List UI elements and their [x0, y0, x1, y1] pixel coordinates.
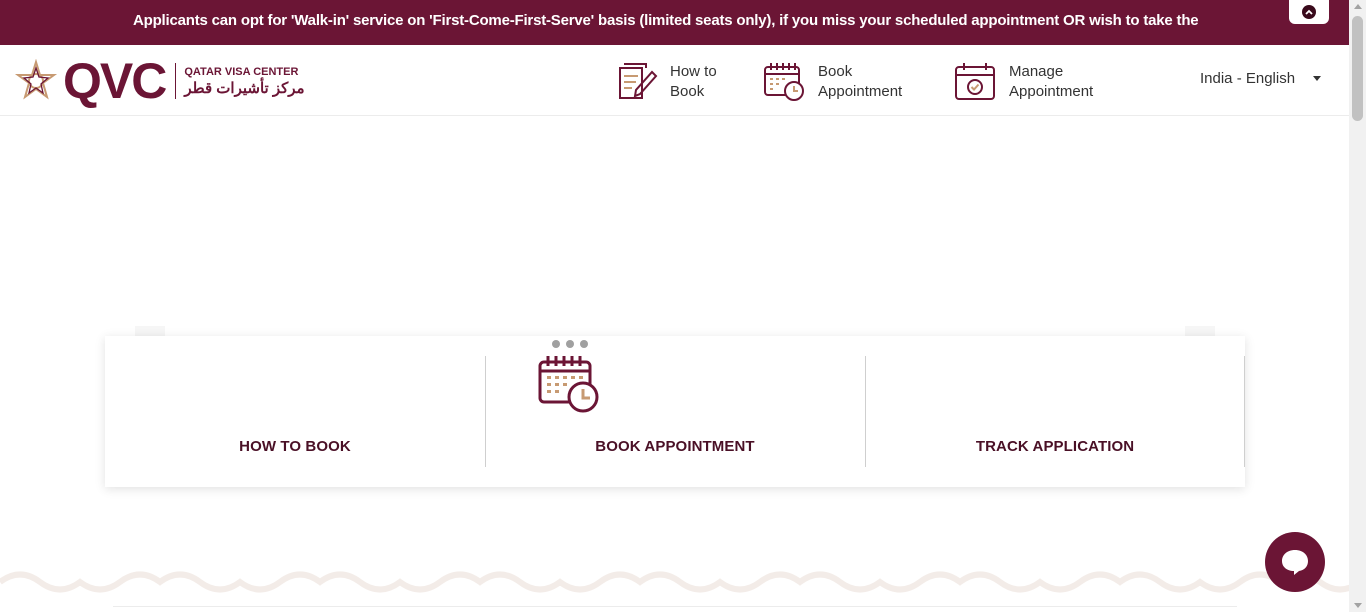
- loading-dots: [552, 340, 588, 348]
- logo-wordmark: QVC: [63, 53, 167, 109]
- scroll-up-arrow-icon[interactable]: [1354, 4, 1362, 9]
- nav-label: Manage Appointment: [1009, 63, 1094, 100]
- language-label: India - English: [1200, 70, 1296, 87]
- logo-name-ar: مركز تأشيرات قطر: [184, 79, 305, 97]
- star-emblem-icon: [14, 59, 58, 100]
- nav-manage-appointment[interactable]: Manage Appointment: [953, 60, 1093, 104]
- nav-label: How to Book: [670, 63, 717, 100]
- scroll-down-arrow-icon[interactable]: [1354, 603, 1362, 608]
- nav-how-to-book[interactable]: How to Book: [614, 60, 717, 104]
- chat-button[interactable]: [1265, 532, 1325, 592]
- caret-down-icon: [1313, 76, 1322, 81]
- chat-bubble-icon: [1282, 550, 1308, 575]
- logo-name-en: QATAR VISA CENTER: [184, 65, 299, 78]
- card-how-to-book[interactable]: HOW TO BOOK: [105, 336, 485, 487]
- ticker-text: Applicants can opt for 'Walk-in' service…: [133, 12, 1199, 29]
- scroll-to-top-button[interactable]: [1289, 0, 1329, 24]
- site-header: QVC QATAR VISA CENTER مركز تأشيرات قطر H…: [0, 45, 1349, 116]
- chevron-up-icon: [1302, 5, 1316, 19]
- nav-label: Book Appointment: [818, 63, 903, 100]
- card-title: TRACK APPLICATION: [975, 438, 1135, 455]
- calendar-clock-icon: [764, 63, 804, 101]
- card-title: BOOK APPOINTMENT: [595, 438, 755, 455]
- announcement-ticker: Applicants can opt for 'Walk-in' service…: [0, 0, 1349, 45]
- scrollbar-thumb[interactable]: [1352, 16, 1363, 121]
- decorative-pattern: [0, 562, 1349, 612]
- language-selector[interactable]: India - English: [1200, 70, 1322, 87]
- document-pen-icon: [619, 63, 658, 99]
- service-cards: HOW TO BOOK BOOK APPOINTMENT TRACK APPLI…: [105, 336, 1245, 487]
- site-logo[interactable]: QVC QATAR VISA CENTER مركز تأشيرات قطر: [14, 53, 305, 109]
- card-track-application[interactable]: TRACK APPLICATION: [865, 336, 1245, 487]
- calendar-check-icon: [955, 63, 995, 100]
- logo-text: QATAR VISA CENTER مركز تأشيرات قطر: [184, 66, 304, 97]
- page-scrollbar[interactable]: [1349, 0, 1366, 612]
- logo-divider: [175, 63, 177, 99]
- card-title: HOW TO BOOK: [239, 438, 351, 455]
- calendar-clock-icon: [538, 356, 599, 413]
- nav-book-appointment[interactable]: Book Appointment: [762, 60, 902, 104]
- content-card-top: [113, 606, 1237, 612]
